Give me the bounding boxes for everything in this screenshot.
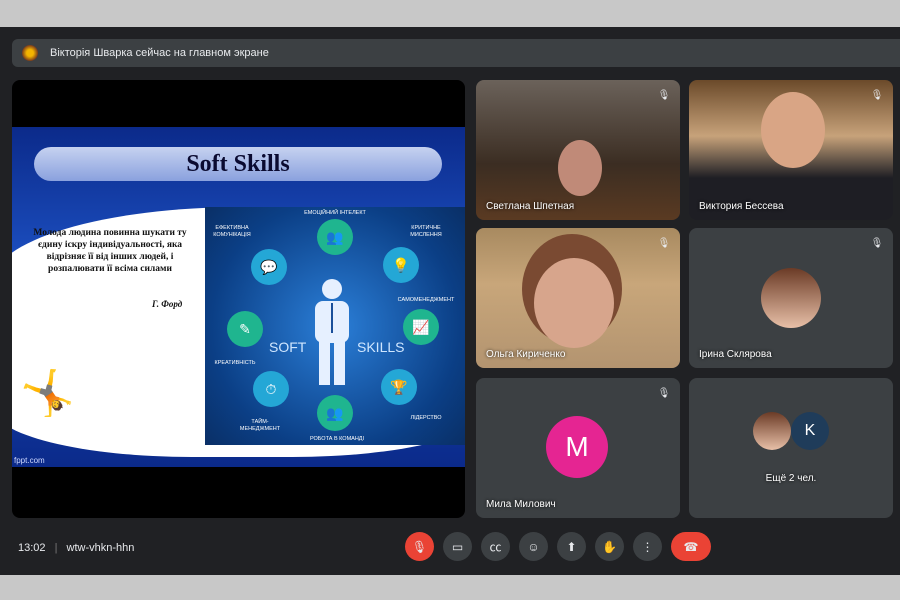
present-button[interactable]: ⬆ bbox=[557, 532, 586, 561]
mic-muted-icon: 🎙 bbox=[657, 90, 671, 101]
skill-label: Емоційний інтелект bbox=[304, 210, 366, 216]
leave-call-button[interactable]: ☎ bbox=[671, 532, 711, 561]
participant-name: Светлана Шпетная bbox=[486, 201, 575, 212]
raise-hand-button[interactable]: ✋ bbox=[595, 532, 624, 561]
skill-circle-icon: 💬 bbox=[251, 249, 287, 285]
participant-name: Мила Милович bbox=[486, 499, 556, 510]
participant-avatar bbox=[761, 268, 821, 328]
skill-label: Креативність bbox=[214, 360, 256, 366]
skill-label: Тайм-менеджмент bbox=[239, 419, 281, 432]
participant-avatar: M bbox=[546, 416, 608, 478]
participant-name: Ірина Склярова bbox=[699, 349, 772, 360]
jumping-person-icon: 🤸 bbox=[20, 369, 75, 418]
participant-name: Ольга Кириченко bbox=[486, 349, 566, 360]
slide-quote: Молода людина повинна шукати ту єдину іс… bbox=[33, 228, 187, 274]
skills-text: SKILLS bbox=[357, 339, 405, 355]
slide-source: fppt.com bbox=[14, 456, 45, 465]
skill-label: Робота в команді bbox=[309, 436, 365, 442]
skill-circle-icon: 👥 bbox=[317, 395, 353, 431]
participant-tile[interactable]: 🎙 Ольга Кириченко bbox=[476, 228, 680, 368]
control-bar: 13:02 | wtw-vhkn-hhn 🎙 ▭ ㏄ ☺ ⬆ ✋ ⋮ ☎ bbox=[0, 520, 900, 575]
skill-circle-icon: 👥 bbox=[317, 219, 353, 255]
captions-button[interactable]: ㏄ bbox=[481, 532, 510, 561]
mic-muted-icon: 🎙 bbox=[870, 90, 884, 101]
mic-muted-icon: 🎙 bbox=[657, 238, 671, 249]
camera-button[interactable]: ▭ bbox=[443, 532, 472, 561]
skill-label: Критичне мислення bbox=[410, 225, 442, 238]
skill-circle-icon: 💡 bbox=[383, 247, 419, 283]
mic-muted-icon: 🎙 bbox=[657, 388, 671, 399]
participant-video bbox=[761, 92, 825, 168]
separator: | bbox=[54, 541, 58, 554]
participant-video bbox=[558, 140, 602, 196]
more-options-button[interactable]: ⋮ bbox=[633, 532, 662, 561]
meet-window: Вікторія Шварка сейчас на главном экране… bbox=[0, 27, 900, 575]
slide: Soft Skills Молода людина повинна шукати… bbox=[12, 127, 465, 467]
participant-avatar bbox=[753, 412, 791, 450]
more-participants-tile[interactable]: K Ещё 2 чел. bbox=[689, 378, 893, 518]
participant-tile[interactable]: 🎙 Ірина Склярова bbox=[689, 228, 893, 368]
emoji-button[interactable]: ☺ bbox=[519, 532, 548, 561]
presenting-text: Вікторія Шварка сейчас на главном экране bbox=[50, 47, 269, 59]
presentation-tile[interactable]: Soft Skills Молода людина повинна шукати… bbox=[12, 80, 465, 518]
presenter-avatar bbox=[22, 45, 38, 61]
skill-label: Самоменеджмент bbox=[397, 297, 455, 303]
soft-text: SOFT bbox=[269, 339, 307, 355]
participant-tile[interactable]: M 🎙 Мила Милович bbox=[476, 378, 680, 518]
presenting-banner: Вікторія Шварка сейчас на главном экране bbox=[12, 39, 900, 67]
skill-circle-icon: ✎ bbox=[227, 311, 263, 347]
mic-off-button[interactable]: 🎙 bbox=[405, 532, 434, 561]
soft-skills-infographic: 👥 💡 📈 🏆 👥 ⏱ ✎ 💬 Емоційний інтелект Крити… bbox=[205, 207, 465, 445]
participant-avatar: K bbox=[791, 412, 829, 450]
participant-tile[interactable]: 🎙 Виктория Бессева bbox=[689, 80, 893, 220]
clock: 13:02 bbox=[18, 541, 46, 554]
skill-circle-icon: ⏱ bbox=[253, 371, 289, 407]
skill-label: Ефективна комунікація bbox=[213, 225, 251, 238]
skill-label: Лідерство bbox=[410, 415, 442, 421]
skill-circle-icon: 📈 bbox=[403, 309, 439, 345]
participant-tile[interactable]: 🎙 Светлана Шпетная bbox=[476, 80, 680, 220]
meeting-info: 13:02 | wtw-vhkn-hhn bbox=[18, 542, 134, 554]
meeting-code: wtw-vhkn-hhn bbox=[66, 541, 135, 554]
quote-author: Г. Форд bbox=[152, 299, 183, 309]
participant-face bbox=[534, 258, 614, 348]
mic-muted-icon: 🎙 bbox=[870, 238, 884, 249]
more-participants-label: Ещё 2 чел. bbox=[765, 473, 817, 484]
participant-name: Виктория Бессева bbox=[699, 201, 784, 212]
skill-circle-icon: 🏆 bbox=[381, 369, 417, 405]
slide-title: Soft Skills bbox=[34, 147, 442, 181]
person-icon bbox=[315, 279, 349, 385]
